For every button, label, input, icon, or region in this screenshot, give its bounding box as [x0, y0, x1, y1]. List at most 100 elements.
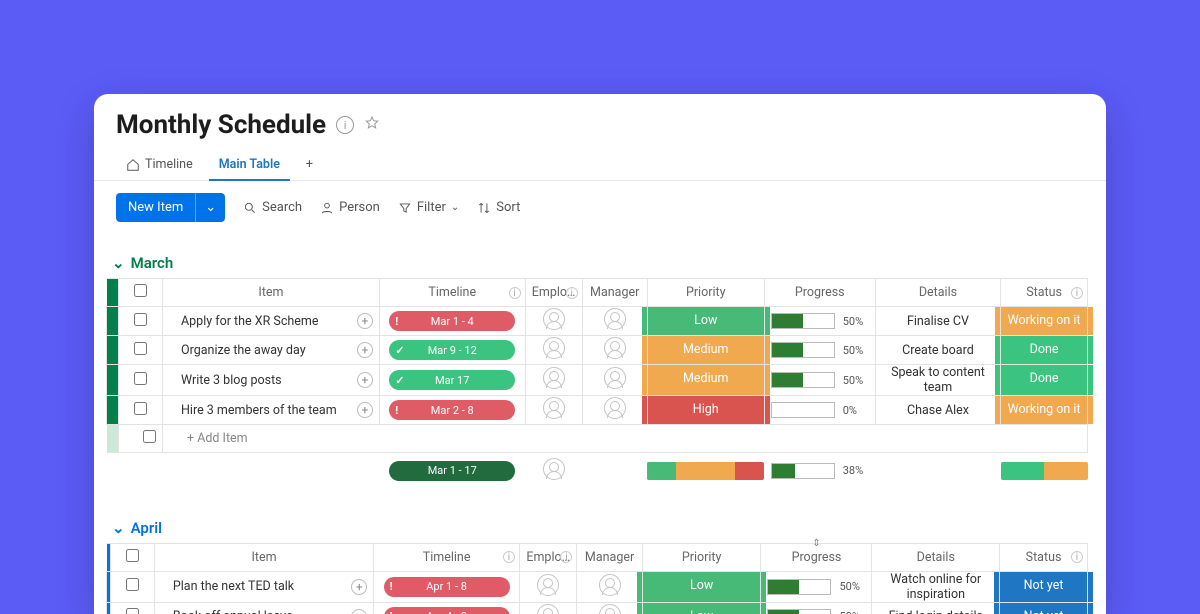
manager-cell[interactable] [577, 602, 642, 614]
avatar-icon[interactable] [543, 458, 565, 480]
employee-cell[interactable] [519, 602, 576, 614]
item-cell[interactable]: Plan the next TED talk+ [154, 571, 373, 602]
col-employee[interactable]: Emplo…i [525, 279, 582, 307]
row-checkbox[interactable] [134, 313, 147, 326]
item-cell[interactable]: Hire 3 members of the team+ [163, 396, 380, 425]
col-priority[interactable]: Priority [642, 543, 761, 571]
manager-cell[interactable] [582, 396, 647, 425]
col-progress[interactable]: ⇕Progress [761, 543, 872, 571]
details-cell[interactable]: Watch online for inspiration [872, 571, 1000, 602]
table-row[interactable]: Book off annual leave+ !Apr 4 - 8 Low 50… [107, 602, 1088, 614]
item-cell[interactable]: Organize the away day+ [163, 336, 380, 365]
col-timeline[interactable]: Timelinei [379, 279, 525, 307]
info-icon[interactable]: i [336, 116, 354, 134]
status-cell[interactable]: Not yet [1000, 602, 1088, 614]
table-row[interactable]: Plan the next TED talk+ !Apr 1 - 8 Low 5… [107, 571, 1088, 602]
details-cell[interactable]: Find login details [872, 602, 1000, 614]
group-header-april[interactable]: ⌄ April [106, 513, 1088, 543]
priority-cell[interactable]: Low [642, 602, 761, 614]
chevron-down-icon[interactable]: ⌄ [195, 193, 225, 222]
priority-cell[interactable]: Low [647, 307, 764, 336]
col-employee[interactable]: Emplo…i [519, 543, 576, 571]
manager-cell[interactable] [582, 336, 647, 365]
col-manager[interactable]: Manager [582, 279, 647, 307]
col-status[interactable]: Statusi [1001, 279, 1088, 307]
manager-cell[interactable] [582, 365, 647, 396]
col-item[interactable]: Item [163, 279, 380, 307]
item-cell[interactable]: Apply for the XR Scheme+ [163, 307, 380, 336]
col-details[interactable]: Details [875, 279, 1000, 307]
table-row[interactable]: Apply for the XR Scheme+ !Mar 1 - 4 Low … [107, 307, 1088, 336]
details-cell[interactable]: Chase Alex [875, 396, 1000, 425]
row-checkbox[interactable] [143, 430, 156, 443]
col-details[interactable]: Details [872, 543, 1000, 571]
employee-cell[interactable] [525, 396, 582, 425]
progress-cell[interactable]: 0% [764, 396, 875, 425]
group-header-march[interactable]: ⌄ March [106, 248, 1088, 278]
filter-button[interactable]: Filter⌄ [398, 200, 459, 215]
manager-cell[interactable] [582, 307, 647, 336]
details-cell[interactable]: Create board [875, 336, 1000, 365]
progress-cell[interactable]: 50% [764, 307, 875, 336]
timeline-cell[interactable]: ✓Mar 17 [379, 365, 525, 396]
new-item-button[interactable]: New Item ⌄ [116, 193, 225, 222]
tab-timeline[interactable]: Timeline [116, 150, 203, 181]
col-item[interactable]: Item [154, 543, 373, 571]
expand-icon[interactable]: + [351, 579, 367, 595]
row-checkbox[interactable] [126, 608, 139, 614]
person-filter-button[interactable]: Person [320, 200, 380, 215]
star-icon[interactable] [364, 115, 380, 135]
timeline-cell[interactable]: ✓Mar 9 - 12 [379, 336, 525, 365]
status-cell[interactable]: Working on it [1001, 307, 1088, 336]
status-cell[interactable]: Done [1001, 365, 1088, 396]
add-tab-button[interactable]: + [296, 150, 323, 181]
sort-button[interactable]: Sort [477, 200, 520, 215]
col-status[interactable]: Statusi [1000, 543, 1088, 571]
timeline-cell[interactable]: !Apr 1 - 8 [374, 571, 520, 602]
priority-cell[interactable]: High [647, 396, 764, 425]
expand-icon[interactable]: + [357, 342, 373, 358]
row-checkbox[interactable] [134, 402, 147, 415]
progress-cell[interactable]: 50% [761, 571, 872, 602]
timeline-cell[interactable]: !Mar 1 - 4 [379, 307, 525, 336]
item-cell[interactable]: Book off annual leave+ [154, 602, 373, 614]
employee-cell[interactable] [519, 571, 576, 602]
status-cell[interactable]: Not yet [1000, 571, 1088, 602]
col-manager[interactable]: Manager [577, 543, 642, 571]
progress-cell[interactable]: 50% [764, 336, 875, 365]
col-progress[interactable]: Progress [764, 279, 875, 307]
expand-icon[interactable]: + [357, 313, 373, 329]
search-button[interactable]: Search [243, 200, 302, 215]
table-row[interactable]: Write 3 blog posts+ ✓Mar 17 Medium 50% S… [107, 365, 1088, 396]
col-priority[interactable]: Priority [647, 279, 764, 307]
row-checkbox[interactable] [126, 578, 139, 591]
progress-cell[interactable]: 50% [761, 602, 872, 614]
details-cell[interactable]: Finalise CV [875, 307, 1000, 336]
add-item-march[interactable]: + Add Item [163, 425, 1088, 453]
manager-cell[interactable] [577, 571, 642, 602]
priority-cell[interactable]: Low [642, 571, 761, 602]
row-checkbox[interactable] [134, 372, 147, 385]
priority-cell[interactable]: Medium [647, 336, 764, 365]
item-cell[interactable]: Write 3 blog posts+ [163, 365, 380, 396]
progress-cell[interactable]: 50% [764, 365, 875, 396]
employee-cell[interactable] [525, 365, 582, 396]
select-all-april[interactable] [126, 549, 139, 562]
table-row[interactable]: Organize the away day+ ✓Mar 9 - 12 Mediu… [107, 336, 1088, 365]
timeline-cell[interactable]: !Mar 2 - 8 [379, 396, 525, 425]
expand-icon[interactable]: + [357, 402, 373, 418]
priority-cell[interactable]: Medium [647, 365, 764, 396]
expand-icon[interactable]: + [351, 609, 367, 614]
col-timeline[interactable]: Timelinei [374, 543, 520, 571]
employee-cell[interactable] [525, 307, 582, 336]
expand-icon[interactable]: + [357, 372, 373, 388]
status-cell[interactable]: Working on it [1001, 396, 1088, 425]
employee-cell[interactable] [525, 336, 582, 365]
status-cell[interactable]: Done [1001, 336, 1088, 365]
select-all-march[interactable] [134, 284, 147, 297]
table-row[interactable]: Hire 3 members of the team+ !Mar 2 - 8 H… [107, 396, 1088, 425]
details-cell[interactable]: Speak to content team [875, 365, 1000, 396]
timeline-cell[interactable]: !Apr 4 - 8 [374, 602, 520, 614]
tab-main-table[interactable]: Main Table [209, 150, 290, 181]
row-checkbox[interactable] [134, 342, 147, 355]
